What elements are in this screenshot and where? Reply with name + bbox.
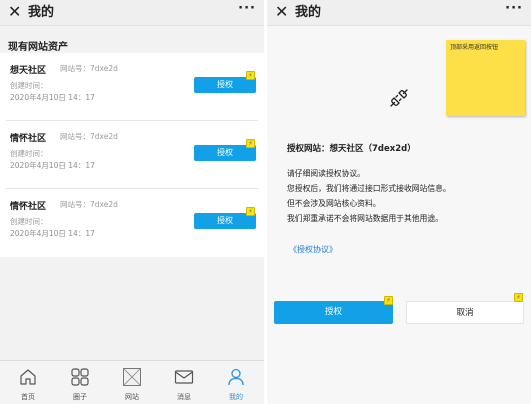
tab-label: 网站	[125, 393, 139, 401]
created-label: 创建时间：	[10, 81, 48, 90]
auth-site-title: 授权网站：想天社区（7dex2d）	[287, 144, 416, 154]
site-number: 网站号：7dxe2d	[60, 132, 118, 141]
site-card: 想天社区 网站号：7dxe2d 创建时间： 2020年4月10日 14：17 授…	[0, 53, 264, 121]
created-time: 2020年4月10日 14：17	[10, 161, 95, 170]
section-title: 现有网站资产	[8, 42, 68, 53]
sticky-note: 顶部采用返回按钮	[446, 40, 525, 116]
more-options-icon[interactable]: ···	[505, 0, 523, 17]
tab-label: 首页	[21, 393, 35, 401]
authorize-button[interactable]: 授权	[274, 301, 393, 324]
created-label: 创建时间：	[10, 149, 48, 158]
site-card: 情怀社区 网站号：7dxe2d 创建时间： 2020年4月10日 14：17 授…	[0, 121, 264, 189]
instruction-line: 但不会涉及网站核心资料。	[287, 199, 381, 208]
authorize-screen: ✕ 我的 ··· 顶部采用返回按钮 授权网站：想天社区（7dex2d） 请仔细阅…	[267, 0, 531, 404]
lightning-icon: ⚡	[514, 293, 523, 302]
close-icon[interactable]: ✕	[8, 2, 21, 22]
tab-messages[interactable]: 消息	[158, 361, 210, 404]
tab-mine[interactable]: 我的	[210, 361, 262, 404]
site-name: 想天社区	[10, 66, 47, 76]
created-label: 创建时间：	[10, 217, 48, 226]
mail-icon	[174, 370, 194, 384]
home-icon	[20, 369, 36, 385]
tab-website[interactable]: 网站	[106, 361, 158, 404]
site-number: 网站号：7dxe2d	[60, 64, 118, 73]
sticky-note-text: 顶部采用返回按钮	[450, 44, 499, 51]
image-placeholder-icon	[123, 368, 141, 386]
tab-label: 我的	[229, 393, 243, 401]
cancel-button[interactable]: 取消	[406, 301, 524, 324]
person-icon	[228, 368, 244, 386]
instruction-line: 您授权后，我们将通过接口形式接收网站信息。	[287, 184, 451, 193]
site-name: 情怀社区	[10, 202, 47, 212]
tab-label: 消息	[177, 393, 191, 401]
site-number: 网站号：7dxe2d	[60, 200, 118, 209]
agreement-link[interactable]: 《授权协议》	[289, 244, 337, 255]
created-time: 2020年4月10日 14：17	[10, 93, 95, 102]
page-title: 我的	[28, 5, 55, 20]
instruction-line: 请仔细阅读授权协议。	[287, 169, 365, 178]
tab-label: 圈子	[73, 393, 87, 401]
created-time: 2020年4月10日 14：17	[10, 229, 95, 238]
lightning-icon: ⚡	[246, 71, 255, 80]
title-bar: ✕ 我的 ···	[0, 0, 264, 26]
close-icon[interactable]: ✕	[275, 2, 288, 22]
tab-circle[interactable]: 圈子	[54, 361, 106, 404]
page-title: 我的	[295, 5, 322, 20]
site-name: 情怀社区	[10, 134, 47, 144]
lightning-icon: ⚡	[384, 296, 393, 305]
bottom-tab-bar: 首页 圈子 网站 消息 我的	[0, 360, 264, 404]
grid-icon	[71, 368, 89, 386]
site-card: 情怀社区 网站号：7dxe2d 创建时间： 2020年4月10日 14：17 授…	[0, 189, 264, 257]
plug-disconnected-icon	[390, 89, 408, 107]
lightning-icon: ⚡	[246, 207, 255, 216]
tab-home[interactable]: 首页	[2, 361, 54, 404]
more-options-icon[interactable]: ···	[238, 0, 256, 17]
lightning-icon: ⚡	[246, 139, 255, 148]
title-bar: ✕ 我的 ···	[267, 0, 531, 26]
my-sites-screen: ✕ 我的 ··· 现有网站资产 想天社区 网站号：7dxe2d 创建时间： 20…	[0, 0, 264, 404]
instruction-line: 我们郑重承诺不会将网站数据用于其他用途。	[287, 214, 443, 223]
